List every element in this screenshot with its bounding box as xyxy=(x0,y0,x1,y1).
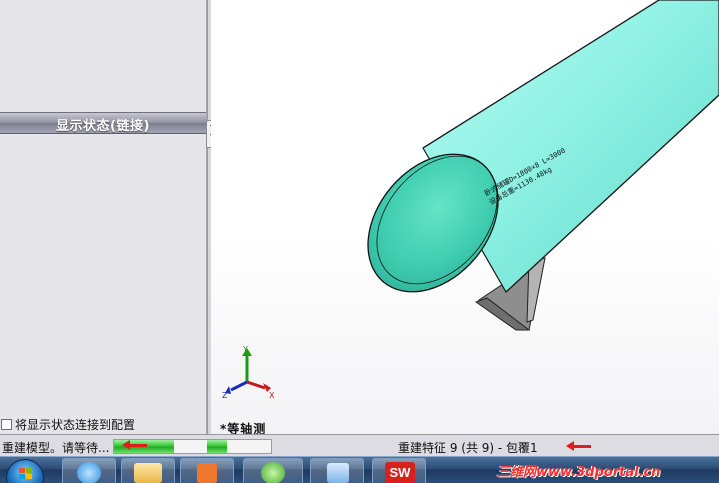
sync-app-button[interactable] xyxy=(243,458,303,483)
axis-y-label: Y xyxy=(242,345,248,354)
property-manager-panel: 显示状态(链接) 将显示状态连接到配置 xyxy=(0,0,207,434)
display-state-header-label: 显示状态(链接) xyxy=(56,119,150,134)
axis-z-label: Z xyxy=(222,391,228,400)
windows-taskbar: SW 三维网www.3dportal.cn xyxy=(0,456,719,483)
media-player-icon xyxy=(197,463,217,483)
solidworks-button[interactable]: SW xyxy=(372,458,426,483)
link-display-state-option[interactable]: 将显示状态连接到配置 xyxy=(1,417,135,432)
progress-gap xyxy=(174,440,207,453)
media-player-button[interactable] xyxy=(180,458,234,483)
link-display-state-label: 将显示状态连接到配置 xyxy=(15,418,136,432)
site-watermark: 三维网www.3dportal.cn xyxy=(497,465,661,480)
display-state-header[interactable]: 显示状态(链接) xyxy=(0,112,206,134)
gallery-icon xyxy=(327,463,349,483)
folder-icon xyxy=(134,463,162,483)
start-button[interactable] xyxy=(6,459,44,483)
file-explorer-button[interactable] xyxy=(121,458,175,483)
annotation-arrow-right xyxy=(566,441,591,451)
gallery-app-button[interactable] xyxy=(310,458,364,483)
sync-icon xyxy=(261,462,285,483)
rebuild-feature-text: 重建特征 9 (共 9) - 包覆1 xyxy=(398,441,538,455)
internet-explorer-icon xyxy=(77,462,101,483)
status-bar: 重建模型。请等待... 重建特征 9 (共 9) - 包覆1 xyxy=(0,434,719,456)
graphics-viewport[interactable]: 卧式储罐D=1800×8 L=3000 设备总重=1130.48kg Y Z X… xyxy=(211,0,719,434)
windows-logo-icon xyxy=(19,468,33,480)
annotation-arrow-left xyxy=(122,440,147,450)
solidworks-icon: SW xyxy=(385,462,415,483)
internet-explorer-button[interactable] xyxy=(62,458,116,483)
link-display-state-checkbox[interactable] xyxy=(1,419,12,430)
view-orientation-label: *等轴测 xyxy=(220,422,267,434)
rebuild-status-text: 重建模型。请等待... xyxy=(2,441,110,455)
axis-x-label: X xyxy=(269,391,275,400)
tank-model[interactable]: 卧式储罐D=1800×8 L=3000 设备总重=1130.48kg Y Z X xyxy=(211,0,719,434)
axis-triad: Y Z X xyxy=(222,345,275,400)
